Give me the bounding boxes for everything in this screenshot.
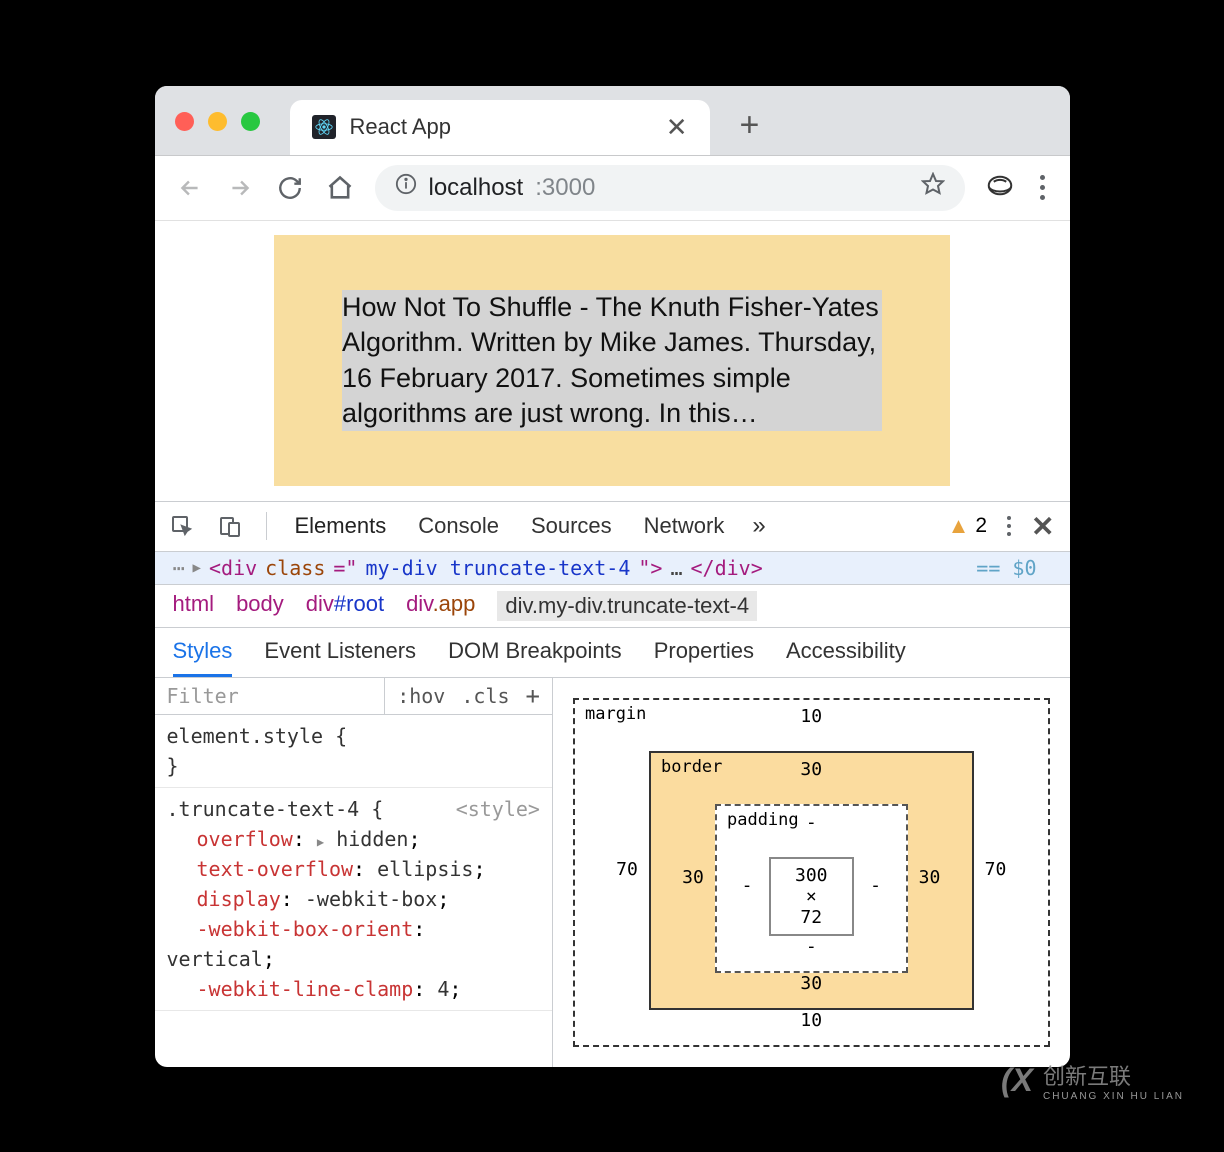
react-favicon-icon [312,115,336,139]
styles-panes: Filter :hov .cls + element.style { } <st… [155,678,1070,1067]
page-content: How Not To Shuffle - The Knuth Fisher-Ya… [155,221,1070,501]
tab-console[interactable]: Console [414,501,503,551]
cls-toggle[interactable]: .cls [461,684,509,708]
tab-title: React App [350,114,652,140]
sub-tab-styles[interactable]: Styles [173,638,233,677]
watermark-logo-icon: (X [1001,1062,1033,1099]
reload-button[interactable] [275,173,305,203]
url-port: :3000 [535,174,595,202]
new-tab-button[interactable]: + [710,106,760,155]
browser-window: React App ✕ + localhost :3000 How Not To … [155,86,1070,1067]
toolbar: localhost :3000 [155,156,1070,221]
tab-sources[interactable]: Sources [527,501,616,551]
forward-button[interactable] [225,173,255,203]
hov-toggle[interactable]: :hov [397,684,445,708]
traffic-lights [155,112,260,155]
tab-network[interactable]: Network [640,501,729,551]
site-info-icon[interactable] [395,173,417,202]
browser-menu-button[interactable] [1035,175,1050,200]
titlebar: React App ✕ + [155,86,1070,156]
crumb-selected[interactable]: div.my-div.truncate-text-4 [497,591,757,621]
browser-tab[interactable]: React App ✕ [290,100,710,155]
url-host: localhost [429,174,524,202]
breadcrumb: html body div#root div.app div.my-div.tr… [155,585,1070,628]
tab-elements[interactable]: Elements [291,501,391,551]
warning-icon: ▲ [948,513,970,539]
sub-tab-listeners[interactable]: Event Listeners [264,638,416,677]
content-wrapper: How Not To Shuffle - The Knuth Fisher-Ya… [274,235,950,485]
rule-element-style[interactable]: element.style { } [155,715,552,788]
selected-element-line[interactable]: ⋯ ▶ <div class="my-div truncate-text-4">… [155,552,1070,585]
crumb-html[interactable]: html [173,591,215,621]
minimize-window-button[interactable] [208,112,227,131]
article-text: How Not To Shuffle - The Knuth Fisher-Ya… [342,290,882,430]
bookmark-star-icon[interactable] [921,172,945,203]
box-model-pane: margin 10 70 border 30 30 padding [553,678,1070,1067]
ellipsis-icon: ⋯ [173,556,185,580]
more-tabs-icon[interactable]: » [752,512,765,540]
watermark: (X 创新互联 CHUANG XIN HU LIAN [1001,1059,1184,1102]
crumb-body[interactable]: body [236,591,284,621]
styles-pane: Filter :hov .cls + element.style { } <st… [155,678,553,1067]
new-style-rule-icon[interactable]: + [526,682,540,710]
sub-tab-properties[interactable]: Properties [654,638,754,677]
rule-truncate[interactable]: <style> .truncate-text-4 { overflow: ▶ h… [155,788,552,1011]
devtools-tabs: Elements Console Sources Network » ▲2 ✕ [155,502,1070,552]
styles-filter-input[interactable]: Filter [155,678,385,714]
warning-badge[interactable]: ▲2 [948,513,987,539]
sub-tab-accessibility[interactable]: Accessibility [786,638,906,677]
close-tab-icon[interactable]: ✕ [666,112,688,143]
devtools-menu-button[interactable] [1007,516,1011,536]
address-bar[interactable]: localhost :3000 [375,165,965,211]
expand-triangle-icon[interactable]: ▶ [193,560,201,576]
crumb-root[interactable]: div#root [306,591,384,621]
crumb-app[interactable]: div.app [406,591,475,621]
close-window-button[interactable] [175,112,194,131]
sub-tab-dom-bp[interactable]: DOM Breakpoints [448,638,622,677]
maximize-window-button[interactable] [241,112,260,131]
back-button[interactable] [175,173,205,203]
styles-sub-tabs: Styles Event Listeners DOM Breakpoints P… [155,628,1070,678]
home-button[interactable] [325,173,355,203]
device-toggle-icon[interactable] [218,514,242,538]
inspect-element-icon[interactable] [170,514,194,538]
box-model-content: 300 × 72 [769,857,854,936]
box-model[interactable]: margin 10 70 border 30 30 padding [573,698,1050,1047]
extension-icon[interactable] [985,173,1015,203]
devtools-close-icon[interactable]: ✕ [1031,510,1054,543]
devtools-panel: Elements Console Sources Network » ▲2 ✕ … [155,501,1070,1067]
